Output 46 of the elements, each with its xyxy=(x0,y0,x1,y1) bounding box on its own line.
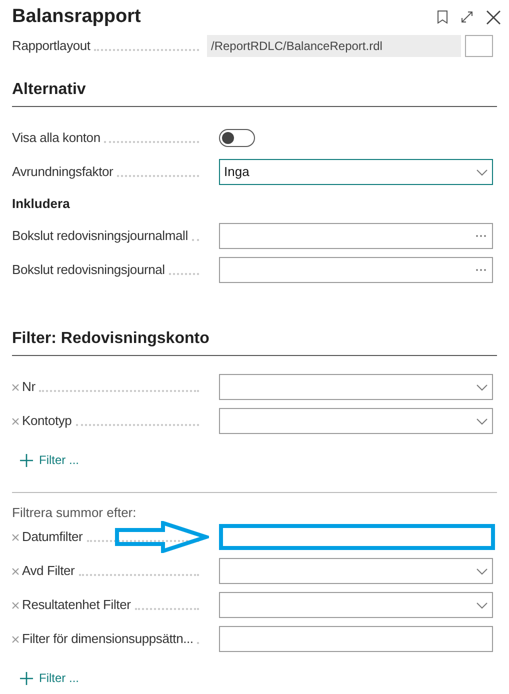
plus-icon xyxy=(20,454,33,466)
chevron-down-icon xyxy=(476,418,488,424)
subheading: Inkludera xyxy=(12,195,70,214)
remove-filter-icon[interactable] xyxy=(12,418,19,424)
field-label: Filter för dimensionsuppsättn... xyxy=(22,630,194,648)
caption-text: Filtrera summor efter: xyxy=(12,505,136,520)
close-icon[interactable] xyxy=(486,10,501,24)
field-label: Datumfilter xyxy=(22,528,83,546)
plus-icon xyxy=(20,672,33,684)
chevron-down-icon xyxy=(476,384,488,390)
chevron-down-icon xyxy=(476,568,488,574)
window-title: Balansrapport xyxy=(12,4,141,29)
dropdown-field[interactable] xyxy=(219,374,493,400)
chevron-down-icon xyxy=(476,602,488,608)
toggle-switch[interactable] xyxy=(219,129,255,147)
remove-filter-icon[interactable] xyxy=(12,384,19,390)
section-heading: Filter: Redovisningskonto xyxy=(12,327,497,356)
remove-filter-icon[interactable] xyxy=(12,534,19,540)
layout-path-field: /ReportRDLC/BalanceReport.rdl xyxy=(207,35,461,57)
dropdown-field[interactable] xyxy=(219,558,493,584)
input-field[interactable] xyxy=(219,524,495,550)
expand-icon[interactable] xyxy=(460,10,474,24)
field-label: Rapportlayout xyxy=(12,37,90,56)
field-label: Bokslut redovisningsjournal xyxy=(12,261,165,280)
field-label: Avd Filter xyxy=(22,562,75,580)
field-label: Kontotyp xyxy=(22,412,72,430)
section-heading: Alternativ xyxy=(12,78,497,107)
chevron-down-icon xyxy=(476,168,488,176)
field-label: Visa alla konton xyxy=(12,129,100,148)
dropdown-field[interactable] xyxy=(219,592,493,618)
remove-filter-icon[interactable] xyxy=(12,636,19,642)
field-label: Bokslut redovisningsjournalmall xyxy=(12,227,188,246)
field-label: Nr xyxy=(22,378,36,396)
input-field[interactable] xyxy=(219,257,493,283)
add-filter-button[interactable]: Filter ... xyxy=(20,669,80,687)
dropdown-field[interactable] xyxy=(219,408,493,434)
input-field[interactable] xyxy=(219,223,493,249)
bookmark-icon[interactable] xyxy=(437,10,448,24)
remove-filter-icon[interactable] xyxy=(12,568,19,574)
field-label: Avrundningsfaktor xyxy=(12,163,114,182)
input-field[interactable] xyxy=(219,626,493,652)
add-filter-button[interactable]: Filter ... xyxy=(20,451,80,469)
field-label: Resultatenhet Filter xyxy=(22,596,131,614)
dropdown-field[interactable]: Inga xyxy=(219,159,493,185)
layout-lookup-button[interactable] xyxy=(465,35,493,57)
remove-filter-icon[interactable] xyxy=(12,602,19,608)
